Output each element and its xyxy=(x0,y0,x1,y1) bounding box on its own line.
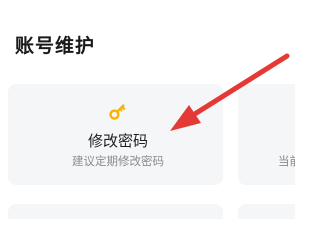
account-maintenance-page: 账号维护 修改密码 建议定期修改密码 当前 xyxy=(0,0,295,219)
partial-card[interactable] xyxy=(238,84,295,185)
bottom-left-card[interactable] xyxy=(8,204,223,219)
bottom-right-card[interactable] xyxy=(238,204,295,219)
partial-card-subtitle: 当前 xyxy=(278,154,295,168)
change-password-title: 修改密码 xyxy=(87,132,148,150)
key-icon xyxy=(109,104,126,120)
change-password-subtitle: 建议定期修改密码 xyxy=(72,154,164,168)
section-title: 账号维护 xyxy=(15,35,96,57)
